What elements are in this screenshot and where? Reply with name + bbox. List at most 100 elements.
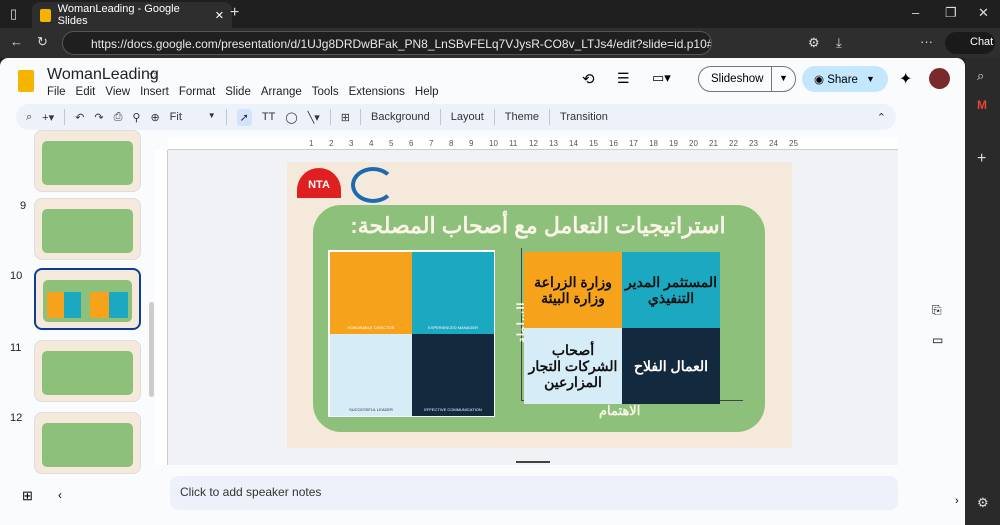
ruler-tick-label: 10 [489, 139, 498, 148]
url-input[interactable]: https://docs.google.com/presentation/d/1… [62, 31, 712, 55]
quadrant-top-left: وزارة الزراعة وزارة البيئة [524, 252, 622, 328]
ruler-tick-label: 25 [789, 139, 798, 148]
gemini-icon[interactable]: ✦ [899, 69, 912, 89]
menu-edit[interactable]: Edit [76, 86, 96, 98]
print-icon[interactable]: ⎙ [114, 111, 123, 124]
nta-logo: NTA [297, 168, 341, 198]
background-button[interactable]: Background [371, 111, 430, 123]
settings-icon[interactable]: ⚙ [977, 495, 989, 511]
menu-view[interactable]: View [105, 86, 130, 98]
ruler-tick-label: 7 [429, 139, 434, 148]
quadrant-top-right: المستثمر المدير التنفيذي [622, 252, 720, 328]
copilot-chat-button[interactable]: Chat [945, 32, 995, 54]
menu-extensions[interactable]: Extensions [349, 86, 405, 98]
menu-help[interactable]: Help [415, 86, 439, 98]
notes-resize-handle[interactable] [516, 461, 550, 463]
keep-icon[interactable]: ⎘ [932, 303, 942, 318]
menu-bar: File Edit View Insert Format Slide Arrange Tool… [47, 84, 449, 98]
avatar[interactable] [929, 68, 950, 89]
ruler-tick-label: 9 [469, 139, 474, 148]
redo-icon[interactable]: ↷ [94, 111, 103, 124]
content-panel: استراتيجيات التعامل مع أصحاب المصلحة: HO… [313, 205, 765, 432]
menu-tools[interactable]: Tools [312, 86, 339, 98]
ruler-tick-label: 14 [569, 139, 578, 148]
restore-icon[interactable]: ❐ [945, 5, 957, 21]
ruler-tick-label: 6 [409, 139, 414, 148]
ruler-tick-label: 11 [509, 139, 518, 148]
theme-button[interactable]: Theme [505, 111, 539, 123]
slide[interactable]: NTA استراتيجيات التعامل مع أصحاب المصلحة… [287, 162, 792, 448]
slide-thumbnail-10-selected[interactable] [34, 268, 141, 330]
search-icon[interactable]: ⌕ [977, 68, 984, 84]
line-icon[interactable]: ╲▾ [308, 111, 320, 124]
slide-thumbnail-9[interactable] [34, 198, 141, 260]
search-menus-icon[interactable]: ⌕ [26, 111, 32, 124]
slide-thumbnail-11[interactable] [34, 340, 141, 402]
version-history-icon[interactable]: ⟲ [582, 70, 595, 88]
undo-icon[interactable]: ↶ [75, 111, 84, 124]
zoom-icon[interactable]: ⊕ [150, 111, 159, 124]
meet-icon[interactable]: ▭▾ [652, 70, 671, 86]
downloads-icon[interactable]: ⤓ [836, 35, 842, 51]
ruler-tick-label: 15 [589, 139, 598, 148]
ruler-tick-label: 12 [529, 139, 538, 148]
ruler-tick-label: 20 [689, 139, 698, 148]
gmail-icon[interactable]: M [977, 98, 987, 112]
folder-icon[interactable]: ▭ [932, 333, 943, 347]
slideshow-button[interactable]: Slideshow ▼ [698, 66, 796, 92]
extensions-icon[interactable]: ⚙ [808, 35, 820, 51]
paint-format-icon[interactable]: ⚲ [132, 111, 140, 124]
zoom-select[interactable]: Fit ▼ [170, 111, 216, 123]
expand-side-panel-icon[interactable]: › [955, 495, 959, 507]
collapse-toolbar-icon[interactable]: ⌃ [877, 111, 886, 124]
vertical-ruler [155, 150, 168, 465]
slide-number: 12 [10, 412, 23, 424]
text-box-icon[interactable]: TT [262, 111, 275, 123]
toolbar: ⌕ +▾ ↶ ↷ ⎙ ⚲ ⊕ Fit ▼ ➚ TT ◯ ╲▾ ⊞ Background Layo… [16, 104, 896, 130]
slideshow-dropdown-icon: ▼ [771, 67, 788, 91]
menu-file[interactable]: File [47, 86, 66, 98]
slide-thumbnail-12[interactable] [34, 412, 141, 474]
horizontal-ruler: 1 2 3 4 5 6 7 8 9 10 11 12 13 14 15 16 17 18 19 20 21 22 23 24 2… [168, 138, 898, 150]
slides-logo-icon[interactable] [18, 70, 34, 92]
ruler-tick-label: 21 [709, 139, 718, 148]
refresh-icon[interactable]: ↻ [37, 34, 48, 50]
comment-add-icon[interactable]: ⊞ [341, 111, 350, 124]
star-icon[interactable]: ☆ [148, 68, 159, 82]
menu-insert[interactable]: Insert [140, 86, 169, 98]
minimize-icon[interactable]: – [912, 5, 919, 20]
sidebar-toggle-icon[interactable]: ▯ [10, 6, 17, 22]
select-icon[interactable]: ➚ [236, 108, 252, 126]
menu-slide[interactable]: Slide [225, 86, 251, 98]
slide-number: 11 [10, 342, 22, 354]
menu-arrange[interactable]: Arrange [261, 86, 302, 98]
share-button[interactable]: ◉ Share ▼ [802, 66, 888, 92]
comments-icon[interactable]: ☰ [617, 70, 630, 87]
ruler-tick-label: 5 [389, 139, 394, 148]
add-icon[interactable]: + [977, 150, 986, 168]
illustration-experienced-manager: EXPERIENCED MANAGER [412, 252, 494, 334]
transition-button[interactable]: Transition [560, 111, 608, 123]
shape-icon[interactable]: ◯ [285, 111, 297, 124]
new-tab-icon[interactable]: + [230, 4, 239, 22]
filmstrip-scrollbar[interactable] [149, 302, 154, 397]
ruler-tick-label: 13 [549, 139, 558, 148]
menu-format[interactable]: Format [179, 86, 215, 98]
close-window-icon[interactable]: ✕ [978, 5, 989, 21]
doc-title[interactable]: WomanLeading [47, 66, 159, 84]
ruler-tick-label: 19 [669, 139, 678, 148]
partner-logo [351, 167, 395, 203]
ruler-tick-label: 1 [309, 139, 314, 148]
more-icon[interactable]: ··· [920, 34, 933, 49]
filmstrip: 9 10 11 12 [0, 130, 160, 475]
quadrant-bottom-right: العمال الفلاح [622, 328, 720, 404]
grid-view-icon[interactable]: ⊞ [22, 488, 33, 504]
browser-tab[interactable]: WomanLeading - Google Slides ✕ [32, 2, 232, 28]
layout-button[interactable]: Layout [451, 111, 484, 123]
slide-thumbnail-8[interactable] [34, 130, 141, 192]
collapse-filmstrip-icon[interactable]: ‹ [58, 488, 62, 502]
speaker-notes[interactable]: Click to add speaker notes [170, 476, 898, 510]
back-icon[interactable]: ← [10, 34, 23, 49]
close-tab-icon[interactable]: ✕ [215, 9, 224, 22]
new-slide-icon[interactable]: +▾ [42, 111, 54, 124]
